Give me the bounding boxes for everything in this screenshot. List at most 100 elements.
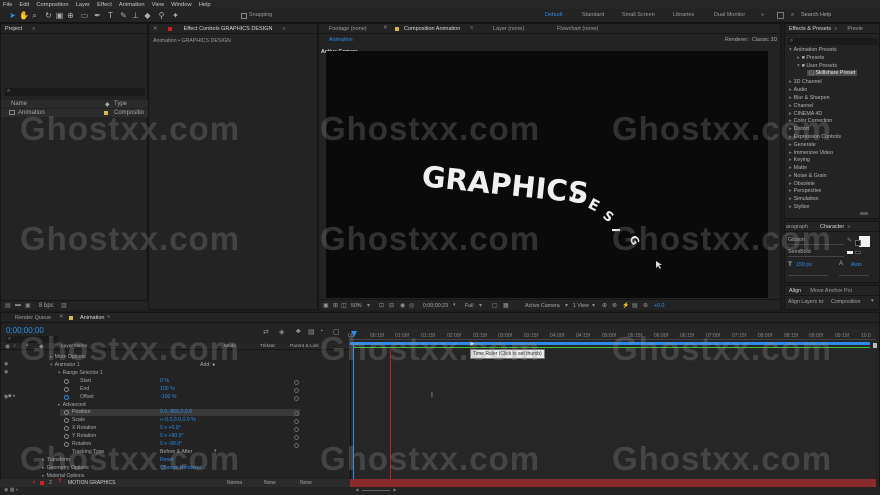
tab-footage[interactable]: Footage (none) xyxy=(329,26,367,32)
value-scale[interactable]: ∞ 0.0,0.0,0.0 % xyxy=(160,417,196,423)
draft-3d-icon[interactable]: ◈ xyxy=(279,328,284,336)
menu-effect[interactable]: Effect xyxy=(97,2,112,8)
fx-presets[interactable]: ▸ ■ Presets xyxy=(797,55,824,61)
layer-trkmat[interactable]: None xyxy=(264,480,276,486)
menu-help[interactable]: Help xyxy=(199,2,211,8)
lock-icon[interactable] xyxy=(167,26,172,31)
trash-icon[interactable]: ▤ xyxy=(5,302,11,309)
align-to-select[interactable]: Composition xyxy=(831,299,860,305)
timeline-icon[interactable]: ▤ xyxy=(632,302,638,309)
value-position[interactable]: 0.0,-856.0,0.0 xyxy=(160,409,192,415)
pickwhip-icon[interactable] xyxy=(294,396,299,401)
workspace-small-screen[interactable]: Small Screen xyxy=(622,12,655,18)
chevron-down-icon[interactable]: ▾ xyxy=(871,298,874,304)
stopwatch-icon[interactable] xyxy=(64,410,69,415)
hand-tool-icon[interactable]: ✋ xyxy=(19,11,29,20)
tab-effect-controls[interactable]: Effect Controls GRAPHICS DESIGN xyxy=(184,26,273,32)
chevron-down-icon[interactable]: ▾ xyxy=(592,302,595,309)
resolution-select[interactable]: Full xyxy=(465,303,474,309)
panel-menu-icon[interactable]: ≡ xyxy=(847,224,850,230)
current-time[interactable]: 0;00;00;23 xyxy=(423,303,448,309)
layer-label-color[interactable] xyxy=(40,481,44,485)
stopwatch-active-icon[interactable] xyxy=(64,395,69,400)
show-snapshot-icon[interactable]: ◎ xyxy=(409,302,414,309)
grid-icon[interactable]: ⊞ xyxy=(333,302,338,309)
fx-blur-sharpen[interactable]: ▸ Blur & Sharpen xyxy=(789,95,830,101)
panel-menu-icon[interactable]: ≡ xyxy=(470,25,473,31)
frame-blending-icon[interactable]: ▤ xyxy=(308,328,315,336)
grid-toggle-icon[interactable]: ⊟ xyxy=(389,302,394,309)
effects-scrollbar[interactable] xyxy=(860,212,868,215)
chevron-down-icon[interactable]: ▾ xyxy=(565,302,568,309)
mask-icon[interactable]: ◫ xyxy=(341,302,347,309)
tracking-field[interactable] xyxy=(839,272,869,276)
close-tab-icon[interactable]: ✕ xyxy=(59,314,64,320)
camera-tool-icon[interactable]: ▣ xyxy=(55,11,64,20)
row-advanced[interactable]: ▸ Advanced xyxy=(58,402,86,408)
stopwatch-icon[interactable] xyxy=(64,434,69,439)
timeline-zoom-slider[interactable] xyxy=(362,490,390,491)
folder-icon[interactable]: ▬ xyxy=(15,302,21,308)
fx-skillshare-preset[interactable]: ▢ Skillshare Preset xyxy=(807,70,858,76)
project-search-input[interactable]: ⌕ xyxy=(5,88,145,96)
fx-stylize[interactable]: ▸ Stylize xyxy=(789,204,809,210)
fx-matte[interactable]: ▸ Matte xyxy=(789,165,807,171)
pickwhip-icon[interactable] xyxy=(294,380,299,385)
toggle-pixel-icon[interactable]: ⊕ xyxy=(602,302,607,309)
rotate-tool-icon[interactable]: ↻ xyxy=(44,11,53,20)
close-tab-icon[interactable]: ✕ xyxy=(153,26,158,32)
fx-immersive-video[interactable]: ▸ Immersive Video xyxy=(789,150,833,156)
channel-icon[interactable]: ◐ xyxy=(453,302,457,308)
eye-icon[interactable]: ◉ xyxy=(4,369,8,375)
tab-render-queue[interactable]: Render Queue xyxy=(15,315,51,321)
fast-preview-icon[interactable]: ⚡ xyxy=(622,302,629,309)
tab-preview[interactable]: Previe xyxy=(847,26,863,32)
brush-tool-icon[interactable]: ✎ xyxy=(119,11,128,20)
view-layout-select[interactable]: 1 View xyxy=(573,303,589,309)
preview-icon[interactable]: ▣ xyxy=(323,302,329,309)
stopwatch-icon[interactable] xyxy=(64,387,69,392)
tab-align[interactable]: Align xyxy=(789,288,801,294)
renderer-value[interactable]: Classic 3D xyxy=(752,37,777,43)
fx-3d-channel[interactable]: ▸ 3D Channel xyxy=(789,79,822,85)
comp-subtab-animation[interactable]: Animation xyxy=(329,37,353,43)
menu-window[interactable]: Window xyxy=(171,2,192,8)
roto-brush-icon[interactable]: ⚲ xyxy=(157,11,166,20)
sync-settings-icon[interactable] xyxy=(777,12,784,19)
fx-user-presets[interactable]: ▾ ■ User Presets xyxy=(797,63,837,69)
value-start[interactable]: 0 % xyxy=(160,378,169,384)
pan-behind-tool-icon[interactable]: ⊕ xyxy=(66,11,75,20)
toggle-switches-icon[interactable]: ◉ ▦ ◐ xyxy=(4,487,19,493)
camera-select[interactable]: Active Camera xyxy=(525,303,560,309)
tab-composition[interactable]: Composition Animation xyxy=(404,26,460,32)
stopwatch-icon[interactable] xyxy=(64,418,69,423)
eye-icon[interactable]: ◉ xyxy=(4,361,8,367)
tab-flowchart[interactable]: Flowchart (none) xyxy=(557,26,598,32)
new-comp-icon[interactable]: ▣ xyxy=(25,302,31,309)
white-swatch[interactable] xyxy=(847,251,853,254)
menu-view[interactable]: View xyxy=(152,2,164,8)
zoom-select[interactable]: 50% xyxy=(351,303,362,309)
tab-layer[interactable]: Layer (none) xyxy=(493,26,524,32)
search-help-input[interactable]: Search Help xyxy=(801,12,831,18)
rectangle-tool-icon[interactable]: ▭ xyxy=(80,11,89,20)
layer-name[interactable]: MOTION GRAPHICS xyxy=(68,480,116,486)
pickwhip-icon[interactable] xyxy=(294,443,299,448)
menu-animation[interactable]: Animation xyxy=(119,2,145,8)
chevron-down-icon[interactable]: ▾ xyxy=(479,302,482,309)
zoom-tool-icon[interactable]: ⌕ xyxy=(30,11,39,20)
workspace-default[interactable]: Default xyxy=(545,12,562,18)
fx-keying[interactable]: ▸ Keying xyxy=(789,157,810,163)
snapping-checkbox[interactable] xyxy=(241,13,247,19)
zoom-out-icon[interactable]: ▲ xyxy=(355,487,360,493)
value-offset[interactable]: -100 % xyxy=(160,394,176,400)
chevron-down-icon[interactable]: ▾ xyxy=(367,302,370,309)
fx-obsolete[interactable]: ▸ Obsolete xyxy=(789,181,815,187)
text-tool-icon[interactable]: T xyxy=(106,11,115,20)
work-area-end-handle[interactable] xyxy=(873,343,877,348)
effects-search-input[interactable]: ⌕ xyxy=(788,38,878,45)
fit-icon[interactable]: ⊡ xyxy=(379,302,384,309)
layer-duration-bar[interactable] xyxy=(350,479,876,487)
font-size-value[interactable]: 150 px xyxy=(796,262,812,268)
pickwhip-icon[interactable] xyxy=(294,388,299,393)
